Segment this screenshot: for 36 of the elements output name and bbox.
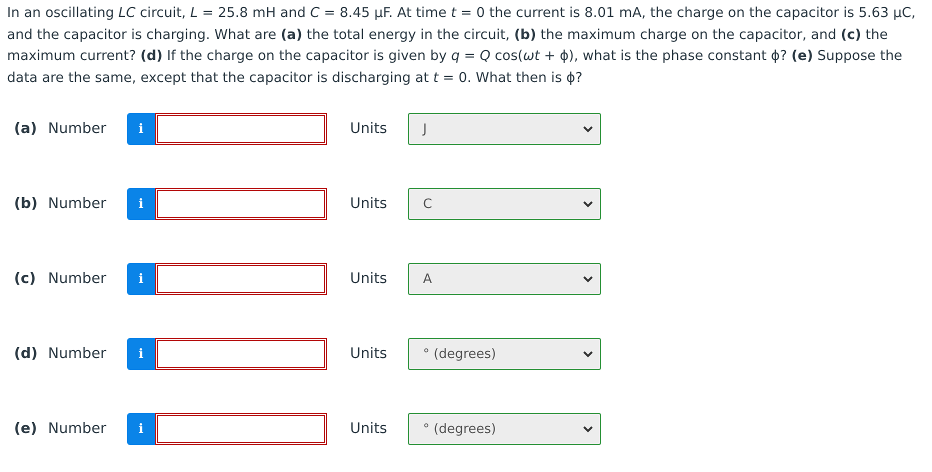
info-button[interactable]: i — [127, 188, 155, 220]
units-dropdown[interactable]: A — [408, 263, 601, 295]
chevron-down-icon — [583, 276, 593, 282]
answer-input-field[interactable] — [155, 338, 327, 370]
question-text: In an oscillating LC circuit, L = 25.8 mH and C = 8.45 µF. At time t = 0 the current is 8.01 mA, the charge on the capacitor is 5.63 µC, and the capacitor is charging. What are (a) the total energy in the circuit, (b) the maximum charge on the capacitor, and (c) the maximum current? (d) If the charge on the capacitor is given by q = Q cos(ωt + ϕ), what is the phase constant ϕ? (e) Suppose the data are the same, except that the capacitor is discharging at t = 0. What then is ϕ? — [7, 4, 917, 88]
part-label: (b) — [14, 196, 39, 212]
units-label: Units — [350, 196, 388, 212]
units-dropdown[interactable]: ° (degrees) — [408, 413, 601, 445]
units-dropdown[interactable]: J — [408, 113, 601, 145]
chevron-down-icon — [583, 200, 593, 208]
answer-input-field[interactable] — [155, 113, 327, 145]
field-label: Number — [48, 196, 108, 212]
info-button[interactable]: i — [127, 263, 155, 295]
field-label: Number — [48, 121, 108, 137]
answer-input-field[interactable] — [155, 263, 327, 295]
units-dropdown[interactable]: C — [408, 188, 601, 220]
part-label: (c) — [14, 271, 37, 287]
units-label: Units — [350, 271, 388, 287]
field-label: Number — [48, 421, 108, 437]
info-button[interactable]: i — [127, 338, 155, 370]
part-label: (e) — [14, 421, 38, 437]
answer-input-field[interactable] — [155, 188, 327, 220]
field-label: Number — [48, 346, 108, 362]
field-label: Number — [48, 271, 108, 287]
chevron-down-icon — [583, 426, 593, 432]
units-dropdown[interactable]: ° (degrees) — [408, 338, 601, 370]
info-button[interactable]: i — [127, 113, 155, 145]
chevron-down-icon — [583, 350, 593, 358]
answer-input-field[interactable] — [155, 413, 327, 445]
chevron-down-icon — [583, 126, 593, 132]
info-button[interactable]: i — [127, 413, 155, 445]
units-label: Units — [350, 121, 388, 137]
units-label: Units — [350, 421, 388, 437]
part-label: (d) — [14, 346, 39, 362]
part-label: (a) — [14, 121, 38, 137]
units-label: Units — [350, 346, 388, 362]
